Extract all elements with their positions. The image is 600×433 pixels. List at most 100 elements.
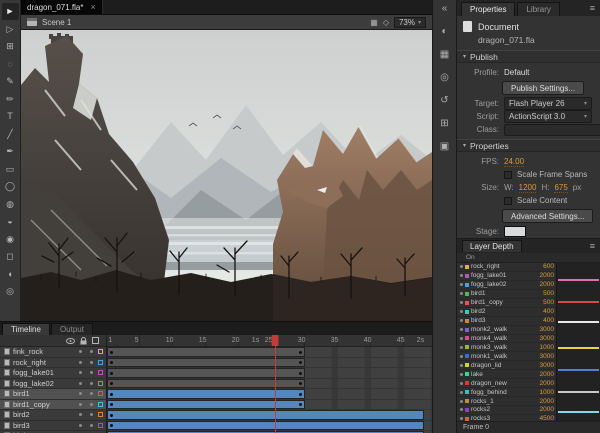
depth-value[interactable]: 1000 (535, 389, 556, 396)
layer-outline-color-swatch[interactable] (98, 402, 103, 407)
layer-depth-row[interactable]: dragon_new2000 (457, 379, 556, 388)
layer-depth-tab[interactable]: Layer Depth (462, 240, 522, 252)
layer-depth-row[interactable]: bird1500 (457, 290, 556, 299)
depth-visibility-dot[interactable] (460, 391, 463, 394)
layer-lock-dot[interactable] (90, 382, 93, 385)
depth-value[interactable]: 600 (535, 263, 556, 270)
depth-graph-line[interactable] (558, 369, 599, 371)
script-select[interactable]: ActionScript 3.0 ▾ (504, 110, 592, 123)
timeline-layer-row[interactable]: fink_rock (0, 347, 106, 358)
color-panel-icon[interactable]: ◐ (441, 26, 447, 39)
timeline-layer-row[interactable]: bird2 (0, 410, 106, 421)
lasso-tool[interactable]: ◌ (2, 56, 19, 73)
depth-visibility-dot[interactable] (460, 364, 463, 367)
depth-value[interactable]: 400 (535, 317, 556, 324)
layer-frames-row[interactable] (107, 358, 432, 369)
layer-depth-row[interactable]: bird2400 (457, 308, 556, 317)
layer-depth-row[interactable]: monk1_walk3000 (457, 352, 556, 361)
zoom-level-select[interactable]: 73% ▾ (394, 17, 426, 28)
layer-lock-dot[interactable] (90, 413, 93, 416)
depth-visibility-dot[interactable] (460, 346, 463, 349)
height-value[interactable]: 675 (554, 183, 567, 193)
depth-visibility-dot[interactable] (460, 301, 463, 304)
layer-outline-color-swatch[interactable] (98, 381, 103, 386)
depth-visibility-dot[interactable] (460, 382, 463, 385)
publish-settings-button[interactable]: Publish Settings... (502, 81, 584, 95)
layer-depth-row[interactable]: fogg_behind1000 (457, 388, 556, 397)
pencil-tool[interactable]: ✏ (2, 91, 19, 108)
depth-graph-line[interactable] (558, 411, 599, 413)
depth-visibility-dot[interactable] (460, 265, 463, 268)
document-tab[interactable]: dragon_071.fla* × (21, 0, 103, 14)
timeline-frames-area[interactable]: 151015201s25303540452s (107, 335, 432, 433)
layer-lock-dot[interactable] (90, 424, 93, 427)
outline-all-icon[interactable] (92, 337, 99, 344)
layer-visibility-dot[interactable] (79, 382, 82, 385)
layer-outline-color-swatch[interactable] (98, 360, 103, 365)
layer-frames-row[interactable] (107, 400, 432, 411)
timeline-layer-row[interactable]: rock_right (0, 358, 106, 369)
layer-depth-row[interactable]: monk4_walk3000 (457, 335, 556, 344)
timeline-layer-row[interactable]: bird3 (0, 421, 106, 432)
depth-value[interactable]: 500 (535, 299, 556, 306)
zoom-tool[interactable]: ◎ (2, 283, 19, 300)
frame-ruler-label[interactable]: 1s (252, 337, 259, 344)
line-tool[interactable]: ╱ (2, 126, 19, 143)
frame-span[interactable] (107, 421, 424, 431)
depth-visibility-dot[interactable] (460, 292, 463, 295)
ink-bottle-tool[interactable]: ◒ (2, 213, 19, 230)
eyedropper-tool[interactable]: ◉ (2, 231, 19, 248)
depth-visibility-dot[interactable] (460, 417, 463, 420)
frame-ruler-label[interactable]: 35 (331, 337, 339, 344)
layer-depth-row[interactable]: dragon_lid3000 (457, 361, 556, 370)
playhead-line[interactable] (275, 335, 276, 433)
layer-outline-color-swatch[interactable] (98, 370, 103, 375)
close-document-icon[interactable]: × (91, 2, 96, 12)
layer-frames-row[interactable] (107, 379, 432, 390)
pen-tool[interactable]: ✒ (2, 143, 19, 160)
layer-outline-color-swatch[interactable] (98, 423, 103, 428)
depth-graph-line[interactable] (558, 279, 599, 281)
layer-outline-color-swatch[interactable] (98, 349, 103, 354)
publish-section-header[interactable]: ▾ Publish (457, 50, 600, 63)
layer-depth-graph[interactable] (556, 263, 600, 421)
depth-value[interactable]: 3000 (535, 335, 556, 342)
advanced-settings-button[interactable]: Advanced Settings... (502, 209, 593, 223)
edit-symbols-icon[interactable]: ◇ (383, 18, 389, 27)
depth-visibility-dot[interactable] (460, 310, 463, 313)
swatches-panel-icon[interactable]: ▦ (440, 49, 449, 62)
eraser-tool[interactable]: ◻ (2, 248, 19, 265)
layer-lock-dot[interactable] (90, 361, 93, 364)
align-panel-icon[interactable]: ⊞ (440, 118, 448, 131)
layer-visibility-dot[interactable] (79, 413, 82, 416)
depth-value[interactable]: 3000 (535, 326, 556, 333)
playhead-handle[interactable] (272, 335, 279, 346)
target-select[interactable]: Flash Player 26 ▾ (504, 97, 592, 110)
tab-timeline[interactable]: Timeline (2, 323, 50, 335)
layer-depth-row[interactable]: monk3_walk1000 (457, 343, 556, 352)
layer-frames-row[interactable] (107, 421, 432, 432)
timeline-layer-row[interactable]: fogg_lake01 (0, 368, 106, 379)
depth-value[interactable]: 3000 (535, 362, 556, 369)
layer-depth-row[interactable]: bird3400 (457, 317, 556, 326)
stage-canvas[interactable] (21, 30, 432, 321)
depth-visibility-dot[interactable] (460, 319, 463, 322)
layer-outline-color-swatch[interactable] (98, 412, 103, 417)
layer-visibility-dot[interactable] (79, 403, 82, 406)
layer-frames-row[interactable] (107, 368, 432, 379)
layer-visibility-dot[interactable] (79, 392, 82, 395)
edit-scene-icon[interactable]: ▦ (370, 18, 378, 27)
layer-lock-dot[interactable] (90, 350, 93, 353)
frame-span[interactable] (107, 410, 424, 420)
depth-visibility-dot[interactable] (460, 274, 463, 277)
tab-output[interactable]: Output (51, 323, 93, 335)
depth-graph-line[interactable] (558, 347, 599, 349)
depth-visibility-dot[interactable] (460, 328, 463, 331)
timeline-layer-row[interactable]: bird1 (0, 389, 106, 400)
layer-visibility-dot[interactable] (79, 371, 82, 374)
collapse-panels-icon[interactable]: « (442, 3, 448, 16)
hand-tool[interactable]: ◖ (2, 266, 19, 283)
depth-value[interactable]: 2000 (535, 281, 556, 288)
frame-ruler-label[interactable]: 1 (108, 337, 112, 344)
frame-ruler-label[interactable]: 20 (232, 337, 240, 344)
